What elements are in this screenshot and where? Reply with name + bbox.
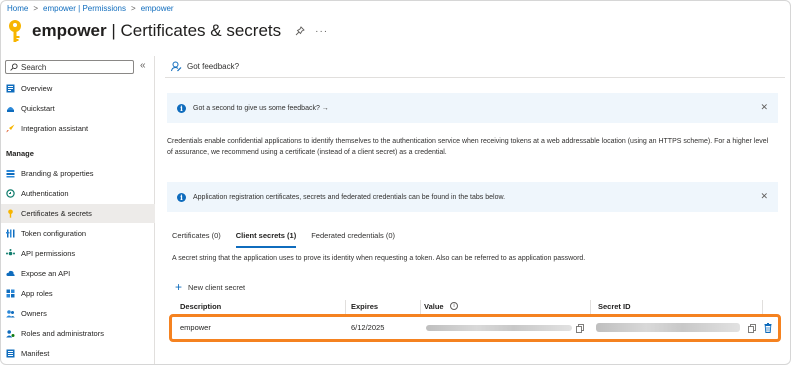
column-divider	[420, 300, 421, 314]
sidebar-item-quickstart[interactable]: Quickstart	[1, 99, 155, 118]
plus-icon: +	[175, 280, 183, 294]
column-divider	[762, 300, 763, 314]
feedback-icon	[171, 61, 182, 72]
breadcrumb-home[interactable]: Home	[7, 4, 28, 13]
sidebar-item-label: Quickstart	[21, 104, 55, 113]
sidebar-item-label: Certificates & secrets	[21, 209, 92, 218]
sidebar-item-label: Branding & properties	[21, 169, 94, 178]
command-bar: Got feedback?	[165, 56, 785, 78]
client-secret-description: A secret string that the application use…	[172, 255, 586, 262]
more-options-icon[interactable]: ···	[315, 26, 328, 37]
page-header: empower | Certificates & secrets ···	[6, 19, 328, 43]
api-permissions-icon	[6, 249, 15, 258]
collapse-sidebar-icon[interactable]: «	[140, 60, 146, 72]
sidebar-item-token-configuration[interactable]: Token configuration	[1, 224, 155, 243]
new-client-secret-button[interactable]: + New client secret	[175, 280, 246, 294]
sidebar-item-label: Integration assistant	[21, 124, 89, 133]
cloud-icon	[6, 269, 15, 278]
sidebar-item-overview[interactable]: Overview	[1, 79, 155, 98]
close-icon[interactable]: ✕	[760, 191, 768, 202]
info-banner-text: Application registration certificates, s…	[193, 193, 506, 201]
manage-section-header: Manage	[6, 149, 34, 158]
search-icon	[10, 63, 18, 71]
column-description: Description	[180, 302, 222, 311]
section-title: | Certificates & secrets	[111, 21, 282, 40]
breadcrumb: Home > empower | Permissions > empower	[7, 4, 174, 13]
sidebar-item-label: Manifest	[21, 349, 50, 358]
column-divider	[345, 300, 346, 314]
info-icon: i	[450, 302, 458, 310]
key-icon	[6, 209, 15, 218]
page-title: empower | Certificates & secrets	[32, 21, 281, 41]
key-icon	[6, 19, 24, 43]
info-icon: i	[177, 103, 186, 113]
credential-tabs: Certificates (0) Client secrets (1) Fede…	[172, 231, 395, 248]
column-value: Value	[424, 302, 444, 311]
sidebar: Search « Overview Quickstart Integration…	[1, 56, 155, 364]
app-name: empower	[32, 21, 107, 40]
quickstart-icon	[6, 104, 15, 113]
credentials-description: Credentials enable confidential applicat…	[167, 138, 769, 156]
sidebar-item-manifest[interactable]: Manifest	[1, 344, 155, 363]
roles-icon	[6, 329, 15, 338]
tab-federated-credentials[interactable]: Federated credentials (0)	[311, 231, 395, 245]
sidebar-item-owners[interactable]: Owners	[1, 304, 155, 323]
info-icon: i	[177, 192, 186, 202]
close-icon[interactable]: ✕	[760, 102, 768, 113]
sidebar-item-label: Expose an API	[21, 269, 71, 278]
breadcrumb-permissions[interactable]: empower | Permissions	[43, 4, 126, 13]
sidebar-item-expose-api[interactable]: Expose an API	[1, 264, 155, 283]
info-banner: i Application registration certificates,…	[167, 182, 778, 212]
manifest-icon	[6, 349, 15, 358]
sidebar-item-certificates-secrets[interactable]: Certificates & secrets	[1, 204, 155, 223]
breadcrumb-app[interactable]: empower	[141, 4, 174, 13]
branding-icon	[6, 169, 15, 178]
breadcrumb-separator: >	[33, 4, 39, 13]
new-client-secret-label: New client secret	[188, 282, 246, 292]
feedback-banner-link[interactable]: Got a second to give us some feedback? →	[193, 105, 329, 112]
sidebar-item-authentication[interactable]: Authentication	[1, 184, 155, 203]
app-roles-icon	[6, 289, 15, 298]
sidebar-item-label: Owners	[21, 309, 47, 318]
pin-icon[interactable]	[295, 26, 305, 36]
authentication-icon	[6, 189, 15, 198]
sidebar-item-api-permissions[interactable]: API permissions	[1, 244, 155, 263]
owners-icon	[6, 309, 15, 318]
search-input[interactable]: Search	[5, 60, 134, 74]
breadcrumb-separator: >	[131, 4, 136, 13]
sidebar-item-label: Roles and administrators	[21, 329, 104, 338]
sidebar-item-integration-assistant[interactable]: Integration assistant	[1, 119, 155, 138]
column-expires: Expires	[351, 302, 379, 311]
overview-icon	[6, 84, 15, 93]
sidebar-item-app-roles[interactable]: App roles	[1, 284, 155, 303]
sidebar-item-label: API permissions	[21, 249, 76, 258]
column-divider	[590, 300, 591, 314]
secrets-table-header: Description Expires Value i Secret ID	[170, 300, 778, 314]
highlight-box	[169, 314, 781, 342]
rocket-icon	[6, 124, 15, 133]
sidebar-item-label: Token configuration	[21, 229, 87, 238]
sidebar-item-label: App roles	[21, 289, 53, 298]
app-window: Home > empower | Permissions > empower e…	[0, 0, 791, 365]
column-secret-id: Secret ID	[598, 302, 631, 311]
feedback-button[interactable]: Got feedback?	[187, 62, 239, 71]
sidebar-item-roles-administrators[interactable]: Roles and administrators	[1, 324, 155, 343]
token-icon	[6, 229, 15, 238]
search-placeholder: Search	[21, 62, 47, 72]
feedback-banner: i Got a second to give us some feedback?…	[167, 93, 778, 123]
sidebar-item-label: Authentication	[21, 189, 69, 198]
sidebar-item-label: Overview	[21, 84, 53, 93]
tab-certificates[interactable]: Certificates (0)	[172, 231, 221, 245]
sidebar-item-branding[interactable]: Branding & properties	[1, 164, 155, 183]
tab-client-secrets[interactable]: Client secrets (1)	[235, 231, 297, 248]
